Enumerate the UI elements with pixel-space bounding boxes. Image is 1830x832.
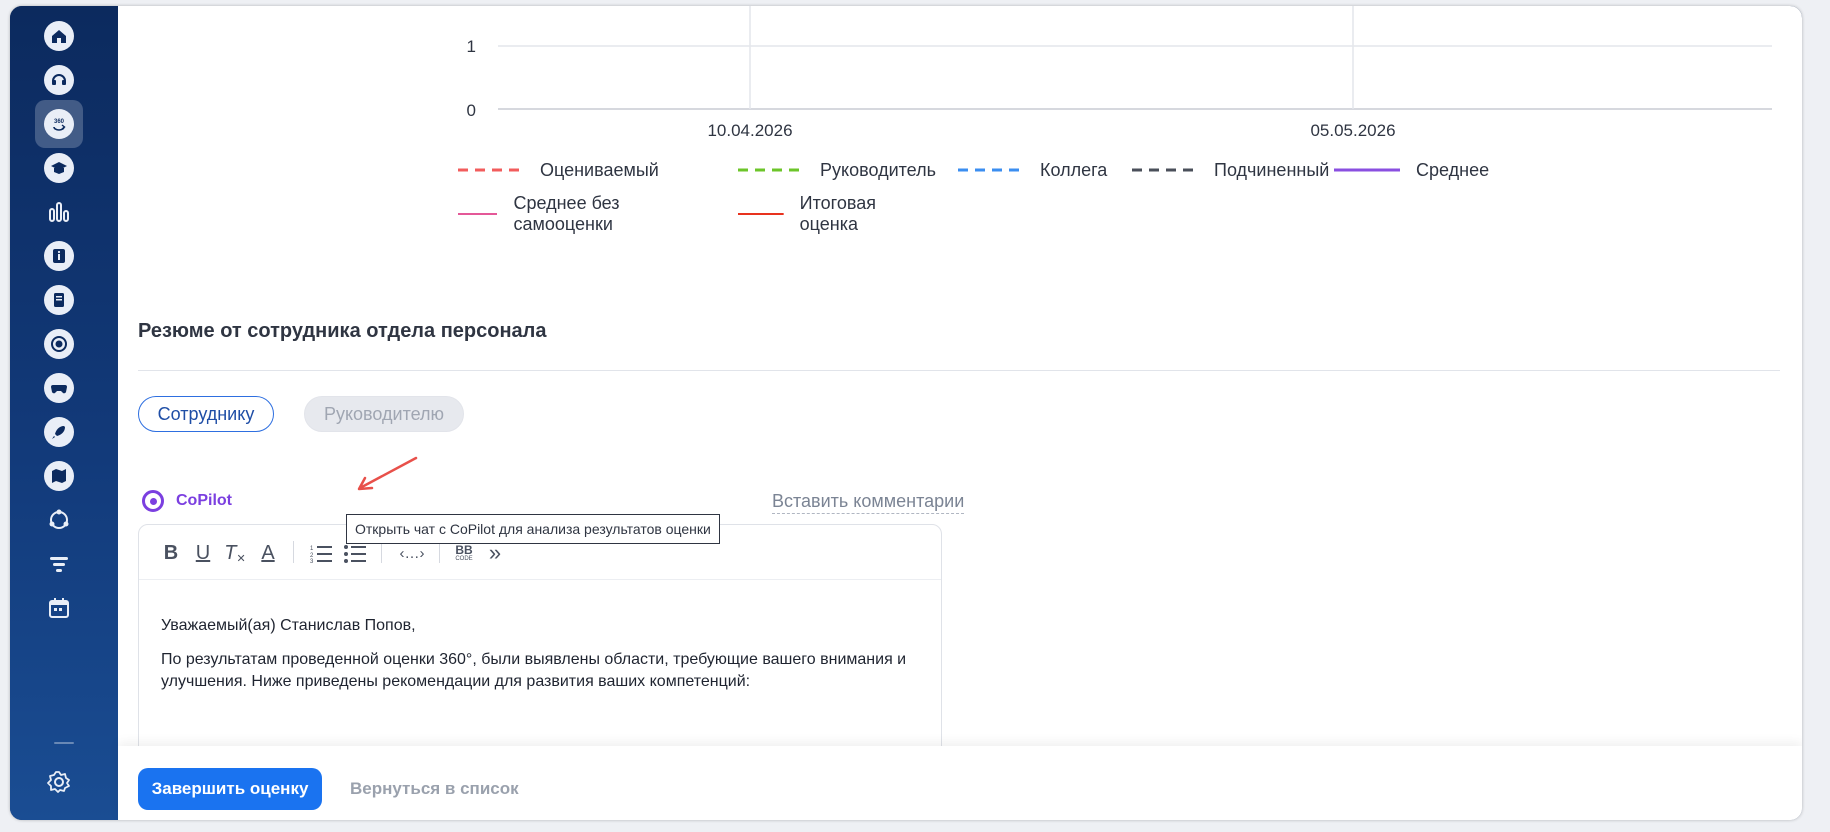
svg-text:1: 1	[310, 546, 314, 552]
chart: 1 0 10.04.2026 05.05.2026	[467, 6, 1772, 140]
legend-item[interactable]: Среднее без самооценки	[458, 193, 639, 234]
analytics-icon[interactable]	[35, 188, 83, 236]
bold-button[interactable]: B	[161, 540, 181, 566]
app-window: 360 1 0 10.04.2026 05.05.2026 Оцениваемы…	[10, 6, 1802, 820]
info-icon[interactable]	[35, 232, 83, 280]
settings-icon[interactable]	[35, 758, 83, 806]
sidebar: 360	[10, 6, 118, 820]
calendar-icon[interactable]	[35, 584, 83, 632]
clear-format-button[interactable]: T ✕	[223, 540, 247, 566]
section-title: Резюме от сотрудника отдела персонала	[138, 320, 547, 342]
finish-assessment-button[interactable]: Завершить оценку	[138, 768, 322, 810]
svg-text:360: 360	[54, 119, 65, 125]
back-to-list-link[interactable]: Вернуться в список	[350, 779, 519, 799]
assessment-360-icon[interactable]: 360	[35, 100, 83, 148]
copilot-tooltip: Открыть чат с CoPilot для анализа резуль…	[346, 514, 720, 544]
book-icon[interactable]	[35, 276, 83, 324]
legend-item[interactable]: Подчиненный	[1132, 158, 1329, 182]
network-icon[interactable]	[35, 496, 83, 544]
legend-item[interactable]: Руководитель	[738, 158, 936, 182]
annotation-arrow-icon	[357, 456, 418, 491]
copilot-icon	[142, 490, 164, 512]
font-color-button[interactable]: A	[257, 540, 279, 566]
legend-item[interactable]: Среднее	[1334, 158, 1489, 182]
education-icon[interactable]	[35, 144, 83, 192]
toolbar-separator	[439, 541, 440, 563]
sidebar-divider	[54, 742, 74, 744]
support-icon[interactable]	[35, 56, 83, 104]
funnel-icon[interactable]	[35, 540, 83, 588]
tab-employee[interactable]: Сотруднику	[138, 396, 274, 432]
clear-format-icon: T	[224, 541, 237, 564]
x-tick-label: 10.04.2026	[707, 121, 792, 140]
section-divider	[138, 370, 1780, 371]
copilot-label: CoPilot	[176, 492, 232, 509]
x-tick-label: 05.05.2026	[1310, 121, 1395, 140]
editor-content[interactable]: Уважаемый(ая) Станислав Попов, По резуль…	[161, 615, 921, 705]
target-icon[interactable]	[35, 320, 83, 368]
footer-bar: Завершить оценку Вернуться в список	[118, 746, 1802, 820]
toolbar-separator	[381, 541, 382, 563]
toolbar-separator	[293, 541, 294, 563]
ordered-list-icon[interactable]: 123	[309, 540, 335, 566]
svg-text:3: 3	[310, 559, 314, 563]
y-tick-label: 0	[467, 101, 476, 120]
legend-item[interactable]: Коллега	[958, 158, 1107, 182]
legend-item[interactable]: Оцениваемый	[458, 158, 659, 182]
map-icon[interactable]	[35, 452, 83, 500]
legend-item[interactable]: Итоговая оценка	[738, 193, 896, 234]
copilot-button[interactable]: CoPilot	[142, 490, 232, 512]
rocket-icon[interactable]	[35, 408, 83, 456]
y-tick-label: 1	[467, 37, 476, 56]
home-icon[interactable]	[35, 12, 83, 60]
editor-greeting: Уважаемый(ая) Станислав Попов,	[161, 617, 416, 634]
rich-text-editor[interactable]: B U T ✕ A 123 ‹…› BB CODE » Уважаемый(ая…	[138, 524, 942, 764]
insert-comments-link[interactable]: Вставить комментарии	[772, 491, 965, 514]
tab-manager[interactable]: Руководителю	[304, 396, 464, 432]
main-content: 1 0 10.04.2026 05.05.2026 Оцениваемый Ру…	[118, 6, 1802, 820]
gamepad-icon[interactable]	[35, 364, 83, 412]
underline-button[interactable]: U	[193, 540, 213, 566]
editor-paragraph: По результатам проведенной оценки 360°, …	[161, 651, 907, 690]
